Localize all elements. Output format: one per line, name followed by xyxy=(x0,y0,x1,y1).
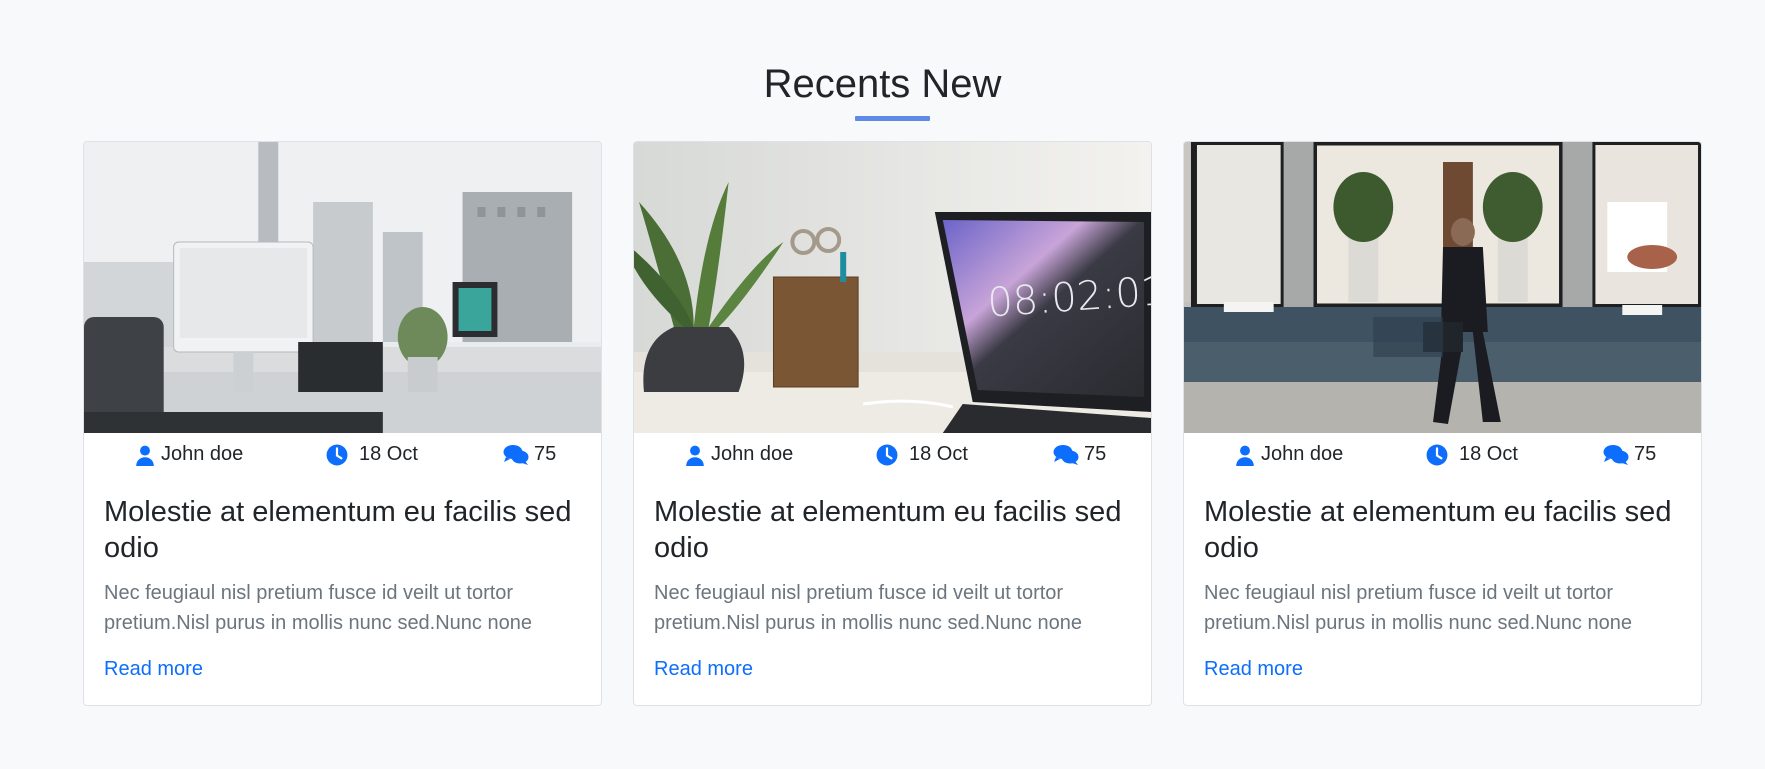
post-meta: John doe 18 Oct 75 xyxy=(634,433,1151,477)
post-date: 18 Oct xyxy=(1459,443,1518,465)
card-image-storefront[interactable] xyxy=(1184,142,1701,433)
comments-meta: 75 xyxy=(1603,443,1656,466)
section-title: Recents New xyxy=(763,62,1002,106)
card-image-desk-laptop[interactable]: 08:02:01 xyxy=(634,142,1151,433)
comments-icon xyxy=(1603,444,1629,466)
read-more-link[interactable]: Read more xyxy=(1204,658,1303,681)
author-meta: John doe xyxy=(684,443,793,466)
post-excerpt: Nec feugiaul nisl pretium fusce id veilt… xyxy=(654,582,1082,634)
post-date: 18 Oct xyxy=(359,443,418,465)
news-card: 08:02:01 John doe 18 Oct 75 Molestie at … xyxy=(633,141,1152,706)
comments-meta: 75 xyxy=(1053,443,1106,466)
card-body: Molestie at elementum eu facilis sed odi… xyxy=(634,494,1151,681)
card-body: Molestie at elementum eu facilis sed odi… xyxy=(84,494,601,681)
post-meta: John doe 18 Oct 75 xyxy=(84,433,601,477)
read-more-link[interactable]: Read more xyxy=(654,658,753,681)
read-more-link[interactable]: Read more xyxy=(104,658,203,681)
date-meta: 18 Oct xyxy=(326,443,418,466)
post-meta: John doe 18 Oct 75 xyxy=(1184,433,1701,477)
title-underline xyxy=(855,116,930,121)
card-body: Molestie at elementum eu facilis sed odi… xyxy=(1184,494,1701,681)
post-title[interactable]: Molestie at elementum eu facilis sed odi… xyxy=(654,494,1131,566)
author-name: John doe xyxy=(1261,443,1344,465)
clock-icon xyxy=(326,444,348,466)
post-title[interactable]: Molestie at elementum eu facilis sed odi… xyxy=(1204,494,1681,566)
post-date: 18 Oct xyxy=(909,443,968,465)
comments-meta: 75 xyxy=(503,443,556,466)
news-card: John doe 18 Oct 75 Molestie at elementum… xyxy=(83,141,602,706)
comments-icon xyxy=(503,444,529,466)
news-card: John doe 18 Oct 75 Molestie at elementum… xyxy=(1183,141,1702,706)
author-name: John doe xyxy=(711,443,794,465)
post-excerpt: Nec feugiaul nisl pretium fusce id veilt… xyxy=(104,582,532,634)
card-image-office[interactable] xyxy=(84,142,601,433)
date-meta: 18 Oct xyxy=(1426,443,1518,466)
author-name: John doe xyxy=(161,443,244,465)
user-icon xyxy=(134,444,156,466)
clock-icon xyxy=(1426,444,1448,466)
cards-row: John doe 18 Oct 75 Molestie at elementum… xyxy=(83,141,1703,706)
post-excerpt: Nec feugiaul nisl pretium fusce id veilt… xyxy=(1204,582,1632,634)
clock-icon xyxy=(876,444,898,466)
comment-count: 75 xyxy=(1634,443,1657,465)
comment-count: 75 xyxy=(1084,443,1107,465)
recent-news-section: Recents New John doe 18 Oct 75 Molestie … xyxy=(0,0,1765,769)
post-title[interactable]: Molestie at elementum eu facilis sed odi… xyxy=(104,494,581,566)
user-icon xyxy=(684,444,706,466)
author-meta: John doe xyxy=(134,443,243,466)
author-meta: John doe xyxy=(1234,443,1343,466)
user-icon xyxy=(1234,444,1256,466)
comments-icon xyxy=(1053,444,1079,466)
date-meta: 18 Oct xyxy=(876,443,968,466)
comment-count: 75 xyxy=(534,443,557,465)
